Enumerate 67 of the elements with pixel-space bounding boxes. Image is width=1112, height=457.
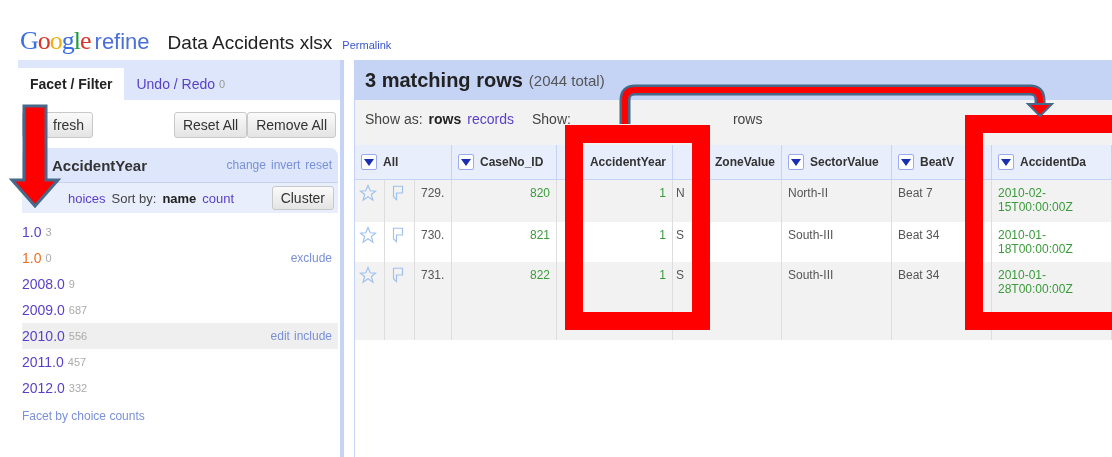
permalink-link[interactable]: Permalink <box>342 39 392 51</box>
star-icon[interactable] <box>359 226 377 244</box>
choice-label[interactable]: 2011.0 <box>22 354 64 370</box>
choice-count: 687 <box>68 304 88 316</box>
row-index: 729. <box>415 180 452 222</box>
facet-choice-row[interactable]: 1.0 3 <box>22 219 338 245</box>
google-logo: Google <box>20 26 91 56</box>
facet-choice-row[interactable]: 2008.0 9 <box>22 271 338 297</box>
show-as-label: Show as: <box>365 110 423 127</box>
table-cell: North-II <box>782 180 892 222</box>
tab-count: 0 <box>219 78 226 90</box>
table-cell: 2010-02-15T00:00:00Z <box>992 180 1112 222</box>
choice-count: 0 <box>45 252 52 264</box>
project-title: Data Accidents xlsx <box>167 32 333 54</box>
column-label: CaseNo_ID <box>480 155 544 169</box>
column-header[interactable]: CaseNo_ID <box>452 145 557 180</box>
sort-label: Sort by: <box>111 190 157 206</box>
choice-label[interactable]: 2008.0 <box>22 276 65 292</box>
choice-label[interactable]: 2010.0 <box>22 328 65 344</box>
facet-choice-row[interactable]: 2011.0 457 <box>22 349 338 375</box>
show-as-option[interactable]: records <box>467 110 514 127</box>
facet-choice-row[interactable]: 2010.0 556 edit include <box>22 323 338 349</box>
column-label: ZoneValue <box>714 155 775 169</box>
row-index: 731. <box>415 262 452 340</box>
table-cell: 822 <box>452 262 557 340</box>
choice-label[interactable]: 1.0 <box>22 224 42 240</box>
table-cell: 820 <box>452 180 557 222</box>
choice-count: 9 <box>68 278 75 290</box>
choice-count: 556 <box>68 330 88 342</box>
choice-label[interactable]: 2009.0 <box>22 302 65 318</box>
table-cell: South-III <box>782 262 892 340</box>
choice-count: 3 <box>45 226 52 238</box>
dropdown-icon[interactable] <box>361 154 377 170</box>
column-label: SectorValue <box>810 155 879 169</box>
panel-tab[interactable]: Facet / Filter <box>18 68 125 100</box>
total-count: (2044 total) <box>528 71 605 89</box>
column-label: All <box>383 155 399 169</box>
dropdown-icon[interactable] <box>788 154 804 170</box>
dropdown-icon[interactable] <box>898 154 914 170</box>
dropdown-icon[interactable] <box>458 154 474 170</box>
sort-option[interactable]: count <box>202 190 235 206</box>
matching-rows-title: 3 matching rows <box>365 68 523 92</box>
column-label: AccidentYear <box>589 155 666 169</box>
star-icon[interactable] <box>359 184 377 202</box>
choices-link[interactable]: hoices <box>68 190 106 206</box>
column-header[interactable]: SectorValue <box>782 145 892 180</box>
column-label: BeatV <box>920 155 954 169</box>
column-label: AccidentDa <box>1020 155 1087 169</box>
choice-label[interactable]: 2012.0 <box>22 380 65 396</box>
product-name: refine <box>94 29 150 55</box>
star-icon[interactable] <box>359 266 377 284</box>
column-header[interactable]: AccidentDa <box>992 145 1112 180</box>
choice-count: 457 <box>67 356 87 368</box>
reset-all-button[interactable]: Reset All <box>173 112 248 138</box>
column-header[interactable]: All <box>355 145 452 180</box>
dropdown-icon[interactable] <box>998 154 1014 170</box>
rows-label: rows <box>732 110 763 127</box>
facet-choice-row[interactable]: 2012.0 332 <box>22 375 338 401</box>
facet-choice-row[interactable]: 2009.0 687 <box>22 297 338 323</box>
panel-tab[interactable]: Undo / Redo 0 <box>124 68 238 100</box>
sort-option[interactable]: name <box>162 190 197 206</box>
remove-all-button[interactable]: Remove All <box>247 112 336 138</box>
show-label: Show: <box>531 110 571 127</box>
cluster-button[interactable]: Cluster <box>271 186 334 210</box>
show-as-option[interactable]: rows <box>428 110 462 127</box>
facet-title: AccidentYear <box>52 156 148 174</box>
choice-count: 332 <box>68 382 88 394</box>
